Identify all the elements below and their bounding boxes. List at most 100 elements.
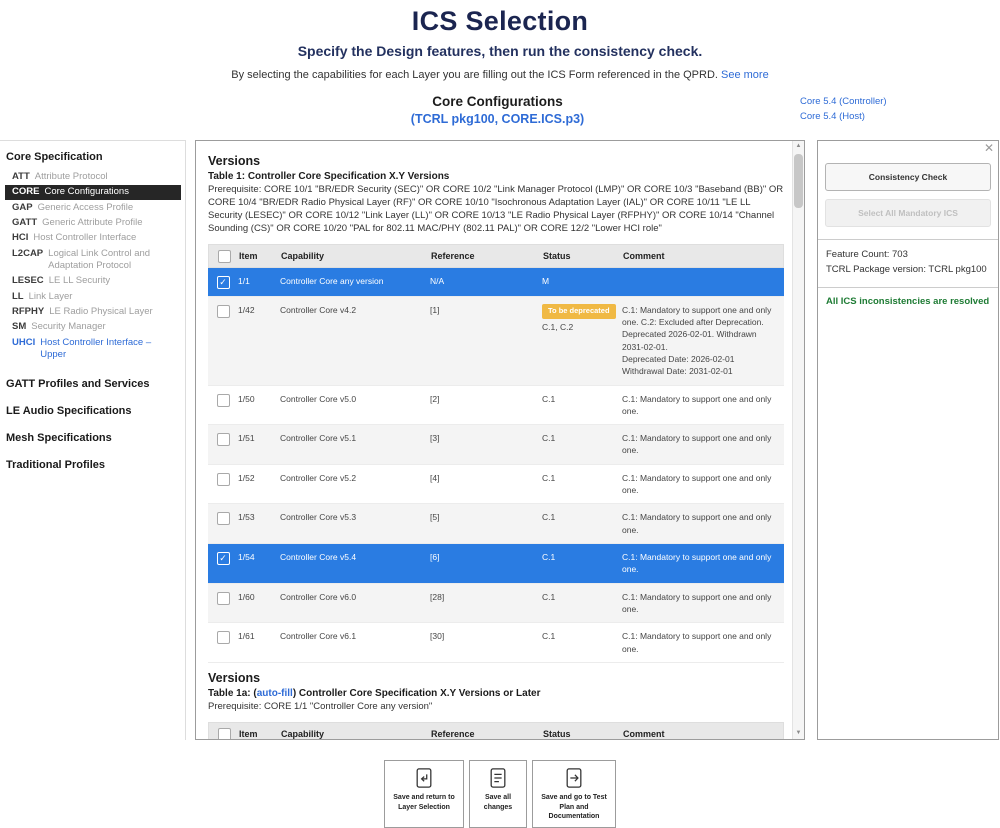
col-reference: Reference <box>431 251 543 261</box>
table-row[interactable]: 1/61 Controller Core v6.1 [30] C.1 C.1: … <box>208 623 784 663</box>
row-checkbox[interactable] <box>217 552 230 565</box>
sidebar-item-abbr: LESEC <box>12 275 44 287</box>
sidebar-item[interactable]: HCI Host Controller Interface <box>5 231 181 246</box>
row-item: 1/54 <box>238 551 280 563</box>
scroll-down-icon[interactable]: ▼ <box>793 728 804 739</box>
col-item: Item <box>239 729 281 739</box>
save-return-icon <box>414 767 434 789</box>
row-status-text: C.1 <box>542 630 555 642</box>
sidebar-item[interactable]: CORE Core Configurations <box>5 185 181 200</box>
row-capability: Controller Core v5.0 <box>280 393 430 405</box>
save-all-button[interactable]: Save all changes <box>469 760 527 827</box>
sidebar-section-heading[interactable]: LE Audio Specifications <box>6 405 181 417</box>
sidebar-item-label: LE Radio Physical Layer <box>49 306 153 318</box>
row-capability: Controller Core v5.1 <box>280 432 430 444</box>
sidebar-section-heading[interactable]: Traditional Profiles <box>6 459 181 471</box>
row-comment: C.1: Mandatory to support one and only o… <box>622 591 784 616</box>
row-item: 1/1 <box>238 275 280 287</box>
sidebar-item-abbr: SM <box>12 321 26 333</box>
col-comment: Comment <box>623 729 783 739</box>
table1a-title: Table 1a: (auto-fill) Controller Core Sp… <box>208 688 784 699</box>
tcrl-package-link[interactable]: (TCRL pkg100, CORE.ICS.p3) <box>411 112 584 126</box>
sidebar-item[interactable]: SM Security Manager <box>5 320 181 335</box>
sidebar-item[interactable]: L2CAP Logical Link Control and Adaptatio… <box>5 246 181 274</box>
table-row[interactable]: 1/51 Controller Core v5.1 [3] C.1 C.1: M… <box>208 425 784 465</box>
row-checkbox[interactable] <box>217 433 230 446</box>
scrollbar-thumb[interactable] <box>794 154 803 208</box>
sidebar-item[interactable]: UHCI Host Controller Interface – Upper <box>5 335 181 363</box>
sidebar-item-label: Host Controller Interface – Upper <box>40 337 178 362</box>
sidebar-item[interactable]: ATT Attribute Protocol <box>5 169 181 184</box>
row-reference: [1] <box>430 304 542 316</box>
sidebar-item[interactable]: LESEC LE LL Security <box>5 274 181 289</box>
table-row[interactable]: 1/42 Controller Core v4.2 [1] To be depr… <box>208 297 784 386</box>
row-comment: C.1: Mandatory to support one and only o… <box>622 511 784 536</box>
row-checkbox[interactable] <box>217 305 230 318</box>
close-icon[interactable]: ✕ <box>984 142 994 154</box>
row-comment: C.1: Mandatory to support one and only o… <box>622 472 784 497</box>
row-checkbox[interactable] <box>217 394 230 407</box>
row-comment: C.1: Mandatory to support one and only o… <box>622 551 784 576</box>
panel-info: Feature Count: 703 TCRL Package version:… <box>818 239 998 286</box>
row-status-text: C.1 <box>542 393 555 405</box>
sidebar-group-core-specification[interactable]: Core Specification <box>6 151 181 163</box>
row-checkbox[interactable] <box>217 592 230 605</box>
feature-count: Feature Count: 703 <box>826 248 990 263</box>
sidebar-section-heading[interactable]: Mesh Specifications <box>6 432 181 444</box>
save-return-button[interactable]: Save and return to Layer Selection <box>384 760 464 827</box>
select-all-checkbox[interactable] <box>218 728 231 740</box>
core-host-link[interactable]: Core 5.4 (Host) <box>800 111 1000 122</box>
table-row[interactable]: 1/1 Controller Core any version N/A M <box>208 268 784 297</box>
ics-content-scroll-area: Versions Table 1: Controller Core Specif… <box>196 141 792 739</box>
section-header: Core Configurations (TCRL pkg100, CORE.I… <box>195 94 800 128</box>
row-status: C.1 <box>542 630 622 642</box>
row-reference: [5] <box>430 511 542 523</box>
sidebar-item[interactable]: GAP Generic Access Profile <box>5 200 181 215</box>
save-go-icon <box>564 767 584 789</box>
sidebar-item-abbr: L2CAP <box>12 248 43 273</box>
table-row[interactable]: 1/52 Controller Core v5.2 [4] C.1 C.1: M… <box>208 465 784 505</box>
row-checkbox[interactable] <box>217 276 230 289</box>
row-status: C.1 <box>542 591 622 603</box>
consistency-panel: ✕ Consistency Check Select All Mandatory… <box>817 140 999 740</box>
deprecation-badge: To be deprecated <box>542 304 616 319</box>
select-all-mandatory-button[interactable]: Select All Mandatory ICS <box>825 199 991 227</box>
scrollbar: ▲ ▼ <box>792 141 804 739</box>
table1a-title-suffix: ) Controller Core Specification X.Y Vers… <box>293 688 541 699</box>
row-checkbox-cell <box>208 472 238 486</box>
sidebar-item[interactable]: LL Link Layer <box>5 289 181 304</box>
row-checkbox[interactable] <box>217 631 230 644</box>
consistency-check-button[interactable]: Consistency Check <box>825 163 991 191</box>
sidebar-items: ATT Attribute Protocol CORE Core Configu… <box>5 169 181 362</box>
row-comment: C.1: Mandatory to support one and only o… <box>622 432 784 457</box>
table1-title: Table 1: Controller Core Specification X… <box>208 171 784 182</box>
auto-fill-link[interactable]: auto-fill <box>257 688 293 699</box>
table-row[interactable]: 1/53 Controller Core v5.3 [5] C.1 C.1: M… <box>208 504 784 544</box>
sidebar-item-label: Host Controller Interface <box>33 232 136 244</box>
save-go-test-plan-button[interactable]: Save and go to Test Plan and Documentati… <box>532 760 616 827</box>
col-capability: Capability <box>281 251 431 261</box>
ics-content-panel: Versions Table 1: Controller Core Specif… <box>195 140 805 740</box>
select-all-checkbox[interactable] <box>218 250 231 263</box>
table-row[interactable]: 1/54 Controller Core v5.4 [6] C.1 C.1: M… <box>208 544 784 584</box>
row-checkbox[interactable] <box>217 512 230 525</box>
scroll-up-icon[interactable]: ▲ <box>793 141 804 152</box>
sidebar-item-label: LE LL Security <box>49 275 110 287</box>
see-more-link[interactable]: See more <box>721 69 769 81</box>
row-reference: [6] <box>430 551 542 563</box>
sidebar: Core Specification ATT Attribute Protoco… <box>0 140 186 740</box>
row-reference: [28] <box>430 591 542 603</box>
sidebar-item-abbr: UHCI <box>12 337 35 362</box>
sidebar-item-label: Security Manager <box>31 321 105 333</box>
row-checkbox[interactable] <box>217 473 230 486</box>
row-checkbox-cell <box>208 551 238 565</box>
sidebar-item[interactable]: RFPHY LE Radio Physical Layer <box>5 304 181 319</box>
sidebar-item[interactable]: GATT Generic Attribute Profile <box>5 215 181 230</box>
row-capability: Controller Core any version <box>280 275 430 287</box>
core-controller-link[interactable]: Core 5.4 (Controller) <box>800 96 1000 107</box>
row-status-text: C.1 <box>542 511 555 523</box>
table-row[interactable]: 1/60 Controller Core v6.0 [28] C.1 C.1: … <box>208 584 784 624</box>
sidebar-section-heading[interactable]: GATT Profiles and Services <box>6 378 181 390</box>
table-row[interactable]: 1/50 Controller Core v5.0 [2] C.1 C.1: M… <box>208 386 784 426</box>
row-reference: [2] <box>430 393 542 405</box>
